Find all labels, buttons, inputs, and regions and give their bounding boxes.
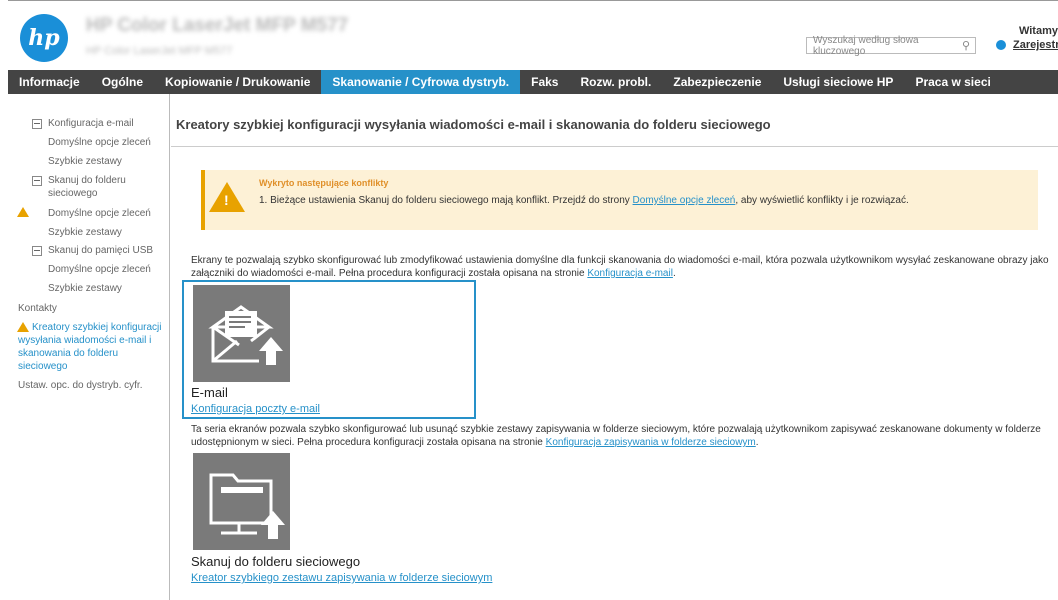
alert-bar (201, 170, 205, 230)
alert-text-after: , aby wyświetlić konflikty i je rozwiąza… (735, 195, 909, 206)
tab-faks[interactable]: Faks (520, 70, 569, 94)
sidebar-item-email-domyslne[interactable]: Domyślne opcje zleceń (48, 136, 151, 149)
sidebar-item-skanuj-usb[interactable]: Skanuj do pamięci USB (48, 244, 153, 257)
tab-rozw-probl[interactable]: Rozw. probl. (569, 70, 662, 94)
sidebar-item-kreatory-cont[interactable]: skanowania do folderu (18, 347, 118, 360)
tab-praca-w-sieci[interactable]: Praca w sieci (904, 70, 1001, 94)
welcome-text: Witamy (1018, 25, 1058, 37)
folder-intro-link[interactable]: Konfiguracja zapisywania w folderze siec… (546, 437, 756, 448)
email-intro-link[interactable]: Konfiguracja e-mail (587, 268, 673, 279)
network-folder-icon (209, 473, 285, 539)
sidebar-item-konfiguracja-email[interactable]: Konfiguracja e-mail (48, 117, 134, 130)
alert-title: Wykryto następujące konflikty (259, 178, 389, 188)
tab-skanowanie[interactable]: Skanowanie / Cyfrowa dystryb. (321, 70, 521, 94)
folder-tile-image[interactable] (193, 453, 290, 550)
warning-icon (17, 322, 29, 332)
sidebar-item-kreatory-cont[interactable]: sieciowego (18, 360, 67, 373)
email-envelope-icon (208, 305, 283, 365)
tab-kopiowanie[interactable]: Kopiowanie / Drukowanie (154, 70, 321, 94)
product-subtitle: HP Color LaserJet MFP M577 (86, 45, 233, 57)
product-title: HP Color LaserJet MFP M577 (86, 15, 349, 36)
sidebar-item-usb-domyslne[interactable]: Domyślne opcje zleceń (48, 263, 151, 276)
alert-text-before: 1. Bieżące ustawienia Skanuj do folderu … (259, 195, 633, 206)
sidebar-item-ustaw-opc[interactable]: Ustaw. opc. do dystryb. cyfr. (18, 379, 143, 392)
tab-uslugi-sieciowe[interactable]: Usługi sieciowe HP (772, 70, 904, 94)
email-intro-text: Ekrany te pozwalają szybko skonfigurować… (191, 254, 1051, 280)
folder-wizard-link[interactable]: Kreator szybkiego zestawu zapisywania w … (191, 572, 492, 584)
collapse-icon[interactable] (32, 119, 42, 129)
alert-link[interactable]: Domyślne opcje zleceń (633, 195, 736, 206)
email-config-link[interactable]: Konfiguracja poczty e-mail (191, 403, 320, 415)
divider (171, 146, 1058, 147)
tab-informacje[interactable]: Informacje (8, 70, 91, 94)
folder-intro-after: . (755, 437, 759, 448)
main-nav: Informacje Ogólne Kopiowanie / Drukowani… (8, 70, 1058, 94)
collapse-icon[interactable] (32, 246, 42, 256)
sidebar-item-skanuj-folder-cont[interactable]: sieciowego (48, 187, 97, 200)
warning-icon (17, 207, 29, 217)
warning-icon: ! (209, 182, 245, 212)
tab-ogolne[interactable]: Ogólne (91, 70, 154, 94)
register-icon (996, 40, 1006, 50)
folder-intro-text: Ta seria ekranów pozwala szybko skonfigu… (191, 423, 1051, 449)
sidebar-item-usb-szybkie[interactable]: Szybkie zestawy (48, 282, 122, 295)
email-tile-name: E-mail (191, 385, 228, 400)
email-intro-after: . (672, 268, 676, 279)
main-content: Kreatory szybkiej konfiguracji wysyłania… (171, 94, 1058, 600)
folder-tile-name: Skanuj do folderu sieciowego (191, 554, 361, 569)
sidebar-item-kontakty[interactable]: Kontakty (18, 302, 57, 315)
header: hp HP Color LaserJet MFP M577 HP Color L… (8, 0, 1058, 71)
search-input[interactable]: Wyszukaj według słowa kluczowego ⚲ (806, 34, 976, 57)
sidebar-item-kreatory[interactable]: Kreatory szybkiej konfiguracji (32, 321, 162, 334)
collapse-icon[interactable] (32, 176, 42, 186)
search-icon[interactable]: ⚲ (957, 39, 975, 52)
email-tile-image[interactable] (193, 285, 290, 382)
sidebar-item-folder-domyslne[interactable]: Domyślne opcje zleceń (48, 207, 151, 220)
sidebar-item-kreatory-cont[interactable]: wysyłania wiadomości e-mail i (18, 334, 151, 347)
page-title: Kreatory szybkiej konfiguracji wysyłania… (176, 117, 771, 132)
hp-logo: hp (20, 14, 68, 62)
sidebar-item-email-szybkie[interactable]: Szybkie zestawy (48, 155, 122, 168)
conflict-alert: ! Wykryto następujące konflikty 1. Bieżą… (201, 170, 1038, 230)
register-link[interactable]: Zarejestruj (1013, 39, 1058, 51)
sidebar-item-folder-szybkie[interactable]: Szybkie zestawy (48, 226, 122, 239)
sidebar-item-skanuj-folder[interactable]: Skanuj do folderu (48, 174, 126, 187)
search-placeholder: Wyszukaj według słowa kluczowego (813, 34, 919, 57)
tab-zabezpieczenie[interactable]: Zabezpieczenie (662, 70, 772, 94)
alert-text: 1. Bieżące ustawienia Skanuj do folderu … (259, 195, 909, 206)
sidebar: Konfiguracja e-mail Domyślne opcje zlece… (8, 94, 170, 600)
